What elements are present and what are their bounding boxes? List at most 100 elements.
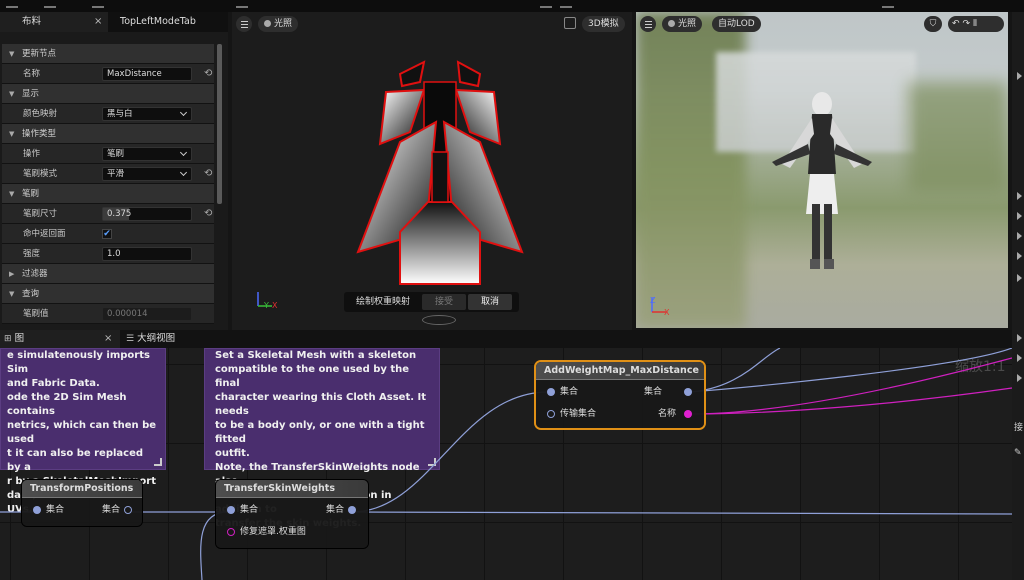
property-row[interactable]: 颜色映射 黑与白 (2, 104, 214, 124)
pen-icon[interactable]: ✎ (1014, 448, 1022, 458)
property-dropdown[interactable]: 平滑 (102, 167, 192, 181)
input-pin-icon[interactable] (547, 410, 555, 418)
close-icon[interactable]: × (94, 12, 102, 32)
node-transform-positions[interactable]: TransformPositions 集合 集合 (22, 480, 142, 526)
output-pin-icon[interactable] (348, 506, 356, 514)
expand-arrow-icon[interactable] (1017, 212, 1022, 220)
tab-outline[interactable]: ☰ 大纲视图 (126, 330, 175, 348)
input-pin-icon[interactable] (227, 506, 235, 514)
input-pin-icon[interactable] (547, 388, 555, 396)
details-tabbar: 布料 × TopLeftModeTab (0, 12, 228, 32)
property-slider[interactable]: 0.375 (102, 207, 192, 221)
category-header[interactable]: ▶ 过滤器 (2, 264, 214, 284)
input-pin-icon[interactable] (227, 528, 235, 536)
chevron-down-icon[interactable]: ▼ (9, 184, 14, 204)
property-row[interactable]: 命中返回面 ✔ (2, 224, 214, 244)
chevron-down-icon[interactable]: ▼ (9, 124, 14, 144)
category-header[interactable]: ▼ 显示 (2, 84, 214, 104)
tab-top-left-mode[interactable]: TopLeftModeTab (110, 12, 228, 32)
expand-arrow-icon[interactable] (1017, 354, 1022, 362)
details-panel: 布料 × TopLeftModeTab ▼ 更新节点 名称 MaxDistance ⟲ ▼… (0, 12, 228, 330)
node-add-weight-map[interactable]: AddWeightMap_MaxDistance 集合 集合 传输集合 名称 (536, 362, 704, 428)
category-label: 过滤器 (22, 269, 48, 279)
category-label: 显示 (22, 89, 40, 99)
expand-arrow-icon[interactable] (1017, 274, 1022, 282)
lod-label: 自动LOD (718, 19, 755, 29)
property-row[interactable]: 强度 1.0 (2, 244, 214, 264)
viewport-menu-button[interactable] (640, 16, 656, 32)
property-dropdown[interactable]: 黑与白 (102, 107, 192, 121)
toolbar-icon[interactable] (92, 0, 104, 8)
shirt-icon[interactable] (564, 17, 576, 29)
property-row[interactable]: 名称 MaxDistance ⟲ (2, 64, 214, 84)
chevron-right-icon[interactable]: ▶ (9, 264, 14, 284)
category-label: 更新节点 (22, 49, 57, 59)
reset-icon[interactable]: ⟲ (204, 164, 212, 184)
expand-arrow-icon[interactable] (1017, 252, 1022, 260)
property-row[interactable]: 笔刷值 0.000014 (2, 304, 214, 324)
output-pin-icon[interactable] (124, 506, 132, 514)
reset-icon[interactable]: ⟲ (204, 204, 212, 224)
property-list: ▼ 更新节点 名称 MaxDistance ⟲ ▼ 显示 颜色映射 黑与白 ▼ 操作类型 操作 笔刷 笔刷… (2, 44, 214, 324)
property-dropdown[interactable]: 笔刷 (102, 147, 192, 161)
cloth-3d-viewport[interactable]: 光照 自动LOD ⛉ ↶↷⫴ Z X (636, 12, 1008, 328)
category-header[interactable]: ▼ 查询 (2, 284, 214, 304)
transform-handle[interactable] (422, 315, 456, 325)
chevron-down-icon[interactable]: ▼ (9, 84, 14, 104)
right-side-panel: 接 ✎ (1012, 12, 1024, 580)
property-value-field[interactable]: 1.0 (102, 247, 192, 261)
property-row[interactable]: 笔刷模式 平滑 ⟲ (2, 164, 214, 184)
dataflow-graph[interactable]: 缩放1:1 e simulatenously imports Sim and Fa… (0, 348, 1012, 580)
lighting-button[interactable]: 光照 (662, 16, 703, 32)
expand-arrow-icon[interactable] (1017, 374, 1022, 382)
details-scrollbar[interactable] (217, 44, 222, 204)
expand-arrow-icon[interactable] (1017, 72, 1022, 80)
pin-label: 集合 (102, 505, 121, 515)
property-label: 笔刷值 (23, 309, 49, 319)
pin-label: 集合 (46, 505, 65, 515)
lighting-button[interactable]: 光照 (258, 16, 299, 32)
category-header[interactable]: ▼ 更新节点 (2, 44, 214, 64)
tab-cloth[interactable]: 布料 (0, 12, 108, 32)
axis-y-label: Y (264, 301, 269, 310)
view-mode-button[interactable]: 3D模拟 (582, 16, 625, 32)
pin-label: 集合 (326, 505, 345, 515)
toolbar-icon[interactable] (560, 0, 572, 8)
pin-label: 集合 (240, 505, 259, 515)
category-header[interactable]: ▼ 笔刷 (2, 184, 214, 204)
chevron-down-icon[interactable]: ▼ (9, 284, 14, 304)
reset-icon[interactable]: ⟲ (204, 64, 212, 84)
cloth-2d-viewport[interactable]: 光照 3D模拟 Y X 绘制权重映射 接受 取消 (232, 12, 632, 330)
property-value-field[interactable]: MaxDistance (102, 67, 192, 81)
property-value-field[interactable]: 0.000014 (102, 307, 192, 321)
accept-button[interactable]: 接受 (422, 294, 466, 310)
toolbar-icon[interactable] (540, 0, 552, 8)
viewport-menu-button[interactable] (236, 16, 252, 32)
toolbar-icon[interactable] (6, 0, 18, 8)
checkbox[interactable]: ✔ (102, 229, 112, 239)
shirt-icon[interactable]: ⛉ (924, 16, 942, 32)
property-label: 颜色映射 (23, 109, 58, 119)
undo-redo-group[interactable]: ↶↷⫴ (948, 16, 1004, 32)
expand-arrow-icon[interactable] (1017, 334, 1022, 342)
tab-graph[interactable]: ⊞ 图 (0, 330, 120, 348)
lighting-label: 光照 (274, 19, 293, 29)
cancel-button[interactable]: 取消 (468, 294, 512, 310)
output-pin-icon[interactable] (684, 388, 692, 396)
expand-arrow-icon[interactable] (1017, 192, 1022, 200)
output-pin-icon[interactable] (684, 410, 692, 418)
node-transfer-skin-weights[interactable]: TransferSkinWeights 集合 集合 修复遮罩.权重图 (216, 480, 368, 548)
property-row[interactable]: 笔刷尺寸 0.375 ⟲ (2, 204, 214, 224)
expand-arrow-icon[interactable] (1017, 232, 1022, 240)
close-icon[interactable]: × (104, 330, 112, 348)
pin-label: 集合 (560, 387, 579, 397)
property-label: 强度 (23, 249, 41, 259)
toolbar-icon[interactable] (236, 0, 248, 8)
property-row[interactable]: 操作 笔刷 (2, 144, 214, 164)
auto-lod-button[interactable]: 自动LOD (712, 16, 761, 32)
toolbar-icon[interactable] (44, 0, 56, 8)
chevron-down-icon[interactable]: ▼ (9, 44, 14, 64)
input-pin-icon[interactable] (33, 506, 41, 514)
toolbar-icon[interactable] (882, 0, 894, 8)
category-header[interactable]: ▼ 操作类型 (2, 124, 214, 144)
